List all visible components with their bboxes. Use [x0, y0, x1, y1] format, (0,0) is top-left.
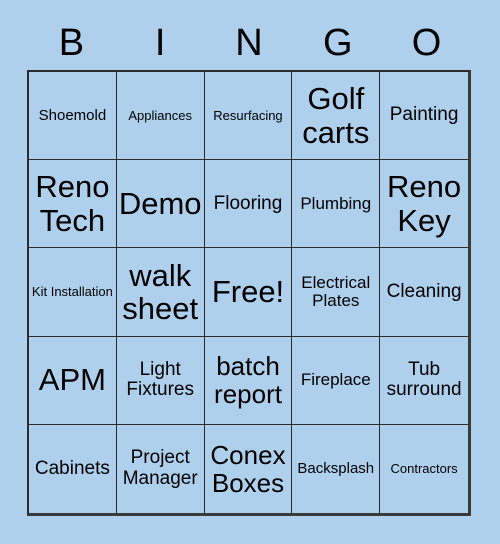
- bingo-cell[interactable]: Reno Key: [380, 160, 468, 249]
- bingo-cell[interactable]: Conex Boxes: [204, 424, 293, 513]
- bingo-cell-label: Plumbing: [300, 193, 372, 213]
- bingo-header-letter-b: B: [58, 22, 85, 64]
- bingo-cell[interactable]: Fireplace: [292, 336, 381, 425]
- bingo-card: B I N G O Shoemold Appliances Resurfacin…: [0, 0, 500, 544]
- bingo-cell-label: Conex Boxes: [210, 439, 286, 498]
- bingo-cell-label: Painting: [389, 104, 459, 126]
- bingo-cell-label: APM: [38, 362, 106, 398]
- bingo-cell-label: Reno Tech: [35, 169, 110, 238]
- bingo-cell[interactable]: Appliances: [116, 72, 205, 161]
- bingo-cell[interactable]: batch report: [204, 336, 293, 425]
- bingo-cell[interactable]: Painting: [380, 72, 468, 161]
- bingo-cell-label: Fireplace: [300, 370, 371, 390]
- bingo-header-letter-n: N: [235, 22, 263, 64]
- bingo-cell[interactable]: Resurfacing: [204, 72, 293, 161]
- bingo-cell[interactable]: Cabinets: [29, 424, 117, 513]
- bingo-cell[interactable]: Backsplash: [292, 424, 381, 513]
- bingo-cell-label: Light Fixtures: [126, 358, 194, 401]
- bingo-cell-label: Reno Key: [387, 169, 462, 238]
- bingo-cell-label: Appliances: [128, 107, 192, 123]
- bingo-cell-label: Cabinets: [34, 457, 110, 479]
- bingo-cell[interactable]: Electrical Plates: [292, 248, 381, 337]
- bingo-grid: Shoemold Appliances Resurfacing Golf car…: [27, 70, 471, 516]
- bingo-cell-label: Golf carts: [302, 81, 370, 150]
- bingo-cell[interactable]: Kit Installation: [29, 248, 117, 337]
- bingo-cell-label: Cleaning: [386, 280, 462, 302]
- bingo-cell-label: Electrical Plates: [301, 272, 371, 310]
- bingo-cell-label: Flooring: [213, 192, 283, 214]
- bingo-cell[interactable]: Reno Tech: [29, 160, 117, 249]
- bingo-cell[interactable]: Golf carts: [292, 72, 381, 161]
- bingo-cell-label: batch report: [214, 351, 282, 410]
- bingo-cell-label: Demo: [118, 186, 202, 222]
- bingo-header-letter-g: G: [323, 22, 353, 64]
- bingo-cell-label: Contractors: [390, 460, 458, 476]
- bingo-cell-label: Project Manager: [122, 447, 198, 489]
- bingo-cell-label: Kit Installation: [31, 283, 113, 299]
- bingo-cell[interactable]: Project Manager: [116, 424, 205, 513]
- bingo-cell[interactable]: Light Fixtures: [116, 336, 205, 425]
- bingo-cell[interactable]: Tub surround: [380, 336, 468, 425]
- bingo-cell-label: Shoemold: [38, 106, 107, 124]
- bingo-cell[interactable]: APM: [29, 336, 117, 425]
- bingo-cell-label: walk sheet: [122, 257, 199, 326]
- bingo-cell-label: Resurfacing: [213, 107, 283, 123]
- bingo-header: B I N G O: [27, 18, 471, 68]
- bingo-header-letter-o: O: [411, 22, 442, 64]
- bingo-cell[interactable]: Contractors: [380, 424, 468, 513]
- bingo-cell[interactable]: Shoemold: [29, 72, 117, 161]
- bingo-cell-label: Tub surround: [386, 358, 462, 401]
- bingo-cell-free[interactable]: Free!: [204, 248, 293, 337]
- bingo-cell[interactable]: Demo: [116, 160, 205, 249]
- bingo-cell[interactable]: Flooring: [204, 160, 293, 249]
- bingo-header-letter-i: I: [154, 22, 166, 64]
- bingo-cell-label: Backsplash: [297, 459, 375, 477]
- bingo-cell-label: Free!: [211, 274, 285, 310]
- bingo-cell[interactable]: Plumbing: [292, 160, 381, 249]
- bingo-cell[interactable]: Cleaning: [380, 248, 468, 337]
- bingo-cell[interactable]: walk sheet: [116, 248, 205, 337]
